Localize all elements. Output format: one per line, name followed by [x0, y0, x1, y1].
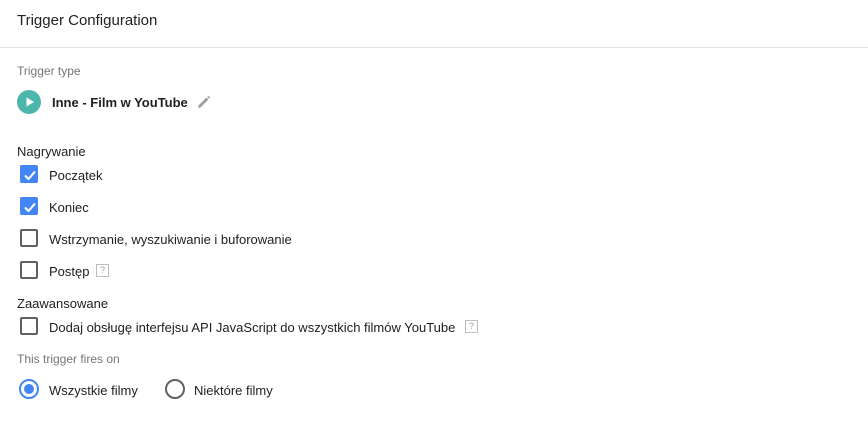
checkbox-js-api[interactable] — [20, 317, 38, 335]
dialog-header: Trigger Configuration — [0, 0, 868, 48]
checkbox-end[interactable] — [20, 197, 38, 215]
checkbox-pause-seek-buffer-label: Wstrzymanie, wyszukiwanie i buforowanie — [49, 232, 292, 247]
js-api-help-icon[interactable]: ? — [465, 320, 478, 333]
checkbox-pause-seek-buffer[interactable] — [20, 229, 38, 247]
radio-all-videos[interactable] — [19, 379, 39, 399]
radio-some-videos[interactable] — [165, 379, 185, 399]
checkbox-progress[interactable] — [20, 261, 38, 279]
checkbox-progress-label: Postęp — [49, 264, 90, 279]
play-icon — [17, 90, 41, 114]
trigger-type-label: Trigger type — [17, 64, 81, 78]
dialog-title: Trigger Configuration — [17, 12, 158, 29]
advanced-heading: Zaawansowane — [17, 296, 109, 311]
radio-some-videos-label: Niektóre filmy — [194, 383, 273, 398]
checkbox-start[interactable] — [20, 165, 38, 183]
edit-pencil-icon[interactable] — [196, 94, 212, 110]
progress-help-icon[interactable]: ? — [96, 264, 109, 277]
fires-on-label: This trigger fires on — [17, 352, 120, 366]
capture-heading: Nagrywanie — [17, 144, 86, 159]
checkbox-start-label: Początek — [49, 168, 103, 183]
checkbox-end-label: Koniec — [49, 200, 89, 215]
radio-selected-dot — [24, 384, 34, 394]
trigger-type-name[interactable]: Inne - Film w YouTube — [52, 95, 188, 110]
radio-all-videos-label: Wszystkie filmy — [49, 383, 138, 398]
checkbox-js-api-label: Dodaj obsługę interfejsu API JavaScript … — [49, 320, 456, 335]
